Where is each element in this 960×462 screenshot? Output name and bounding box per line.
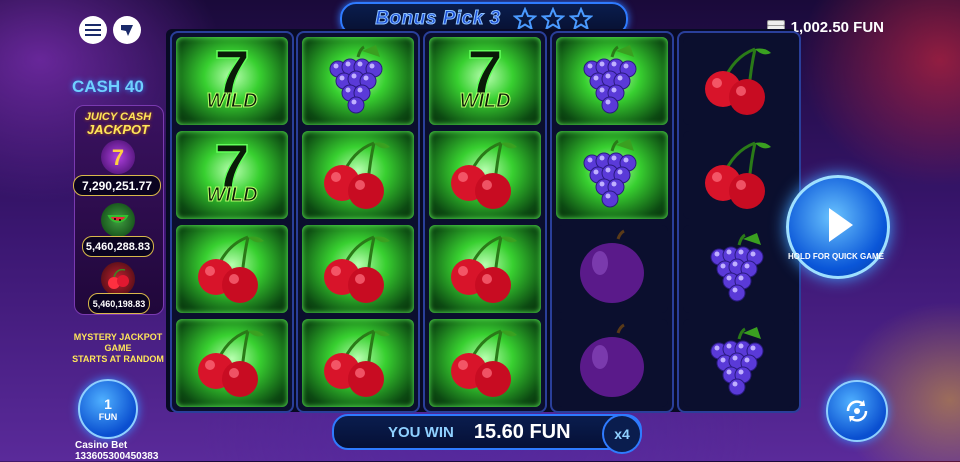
mystery-jackpot-note: MYSTERY JACKPOT GAME STARTS AT RANDOM xyxy=(72,332,164,364)
wild-symbol: 7 WILD xyxy=(176,37,288,125)
grape-symbol xyxy=(302,37,414,125)
star-icon xyxy=(568,7,593,31)
plum-symbol xyxy=(556,319,668,407)
jackpot-value-1: 7,290,251.77 xyxy=(73,175,161,196)
arrow-logo-icon xyxy=(121,25,133,36)
cherry-symbol xyxy=(683,37,795,125)
plum-symbol xyxy=(556,225,668,313)
nav-button[interactable] xyxy=(113,16,141,44)
svg-text:WILD: WILD xyxy=(459,90,510,112)
watermelon-icon xyxy=(101,203,135,237)
star-icon xyxy=(540,7,565,31)
grape-symbol xyxy=(556,131,668,219)
star-rating xyxy=(512,7,593,31)
cherry-symbol xyxy=(429,131,541,219)
cherry-symbol xyxy=(429,319,541,407)
win-bar: YOU WIN 15.60 FUN x4 xyxy=(332,414,642,454)
bet-button[interactable]: 1 FUN xyxy=(78,379,138,439)
bet-unit: FUN xyxy=(98,411,118,422)
balance-value: 1,002.50 FUN xyxy=(790,19,884,36)
svg-text:7: 7 xyxy=(112,145,124,170)
svg-text:WILD: WILD xyxy=(206,90,257,112)
star-icon xyxy=(512,7,537,31)
menu-button[interactable] xyxy=(79,16,107,44)
autoplay-button[interactable] xyxy=(826,380,888,442)
reel-2 xyxy=(296,31,420,413)
reel-3: 7 WILD xyxy=(423,31,547,413)
cherry-symbol xyxy=(429,225,541,313)
grape-symbol xyxy=(683,319,795,407)
reel-1: 7 WILD 7 WILD xyxy=(170,31,294,413)
cherry-symbol xyxy=(302,225,414,313)
jackpot-title: JUICY CASH JACKPOT xyxy=(84,111,152,137)
cherry-symbol xyxy=(302,131,414,219)
cash-label: CASH 40 xyxy=(72,77,144,96)
reel-4 xyxy=(550,31,674,413)
hamburger-menu-icon xyxy=(85,24,101,36)
grape-symbol xyxy=(556,37,668,125)
casino-bet-info: Casino Bet 133605300450383 xyxy=(75,440,159,462)
cherry-symbol xyxy=(176,225,288,313)
jackpot-value-3: 5,460,198.83 xyxy=(88,293,150,314)
seven-icon: 7 xyxy=(101,140,135,174)
grape-symbol xyxy=(683,225,795,313)
autoplay-icon xyxy=(846,400,868,422)
wild-symbol: 7 WILD xyxy=(176,131,288,219)
play-icon xyxy=(829,208,853,242)
jackpot-value-2: 5,460,288.83 xyxy=(82,236,154,257)
cherry-icon xyxy=(101,262,135,296)
cherry-symbol xyxy=(683,131,795,219)
reel-5 xyxy=(677,31,801,413)
play-hint: HOLD FOR QUICK GAME xyxy=(788,252,884,261)
win-label: YOU WIN xyxy=(388,423,454,441)
win-amount: 15.60 FUN xyxy=(473,420,571,443)
play-button[interactable] xyxy=(786,175,890,279)
cherry-symbol xyxy=(302,319,414,407)
svg-text:WILD: WILD xyxy=(206,184,257,206)
win-multiplier: x4 xyxy=(602,414,642,454)
game-title: Bonus Pick 3 xyxy=(375,8,501,30)
bet-value: 1 xyxy=(104,395,112,412)
wild-symbol: 7 WILD xyxy=(429,37,541,125)
cherry-symbol xyxy=(176,319,288,407)
